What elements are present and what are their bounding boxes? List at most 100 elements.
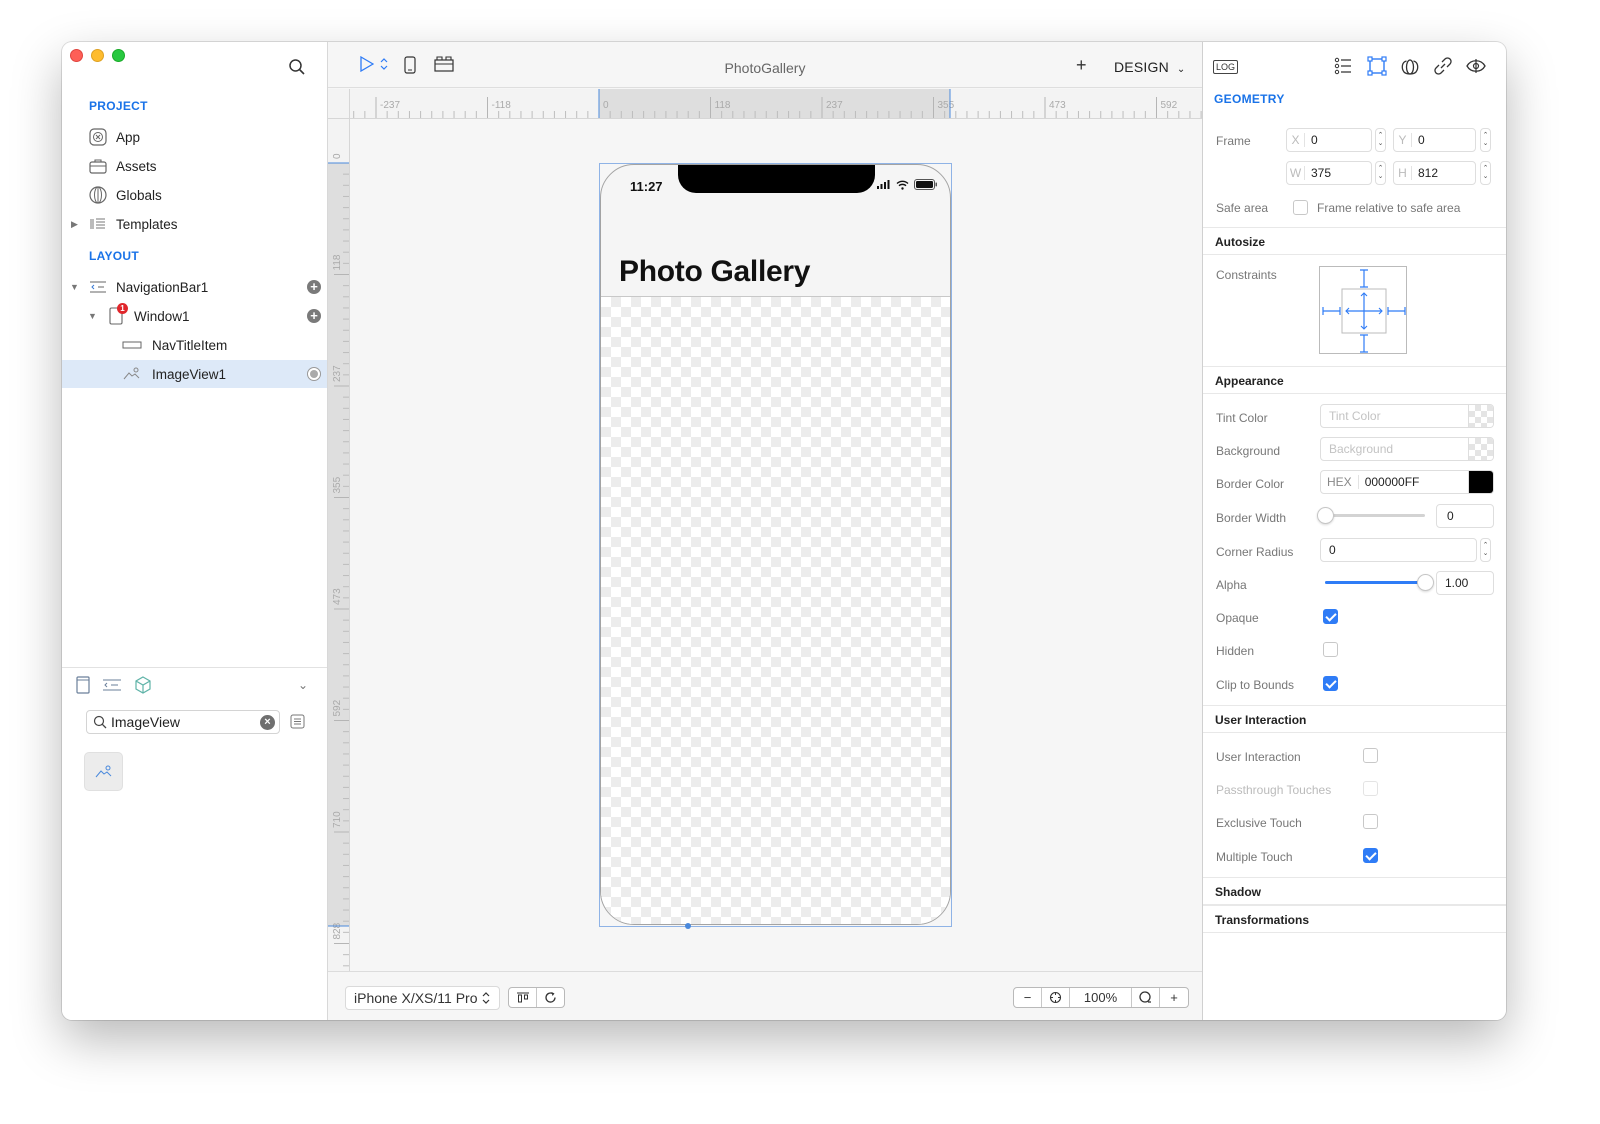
library-search-input[interactable] (111, 714, 257, 730)
device-preview[interactable]: 11:27 Photo Gallery (600, 164, 951, 925)
style-tab-icon[interactable] (1400, 56, 1420, 76)
log-button[interactable]: LOG (1213, 60, 1239, 74)
tint-color-swatch[interactable] (1468, 405, 1493, 427)
frame-w-input[interactable] (1311, 166, 1361, 180)
navigation-library-tab-icon[interactable] (102, 679, 122, 691)
exclusive-touch-checkbox[interactable] (1363, 814, 1378, 829)
disclosure-right-icon[interactable]: ▶ (71, 219, 78, 230)
frame-y-field[interactable]: Y (1393, 128, 1476, 152)
safe-area-checkbox[interactable] (1293, 200, 1308, 215)
tint-color-field[interactable] (1320, 404, 1494, 428)
components-library-tab-icon[interactable] (134, 676, 152, 694)
frame-h-input[interactable] (1418, 166, 1468, 180)
layout-item-imageview[interactable]: ImageView1 (62, 360, 327, 388)
alpha-field[interactable] (1436, 571, 1495, 595)
user-interaction-checkbox[interactable] (1363, 748, 1378, 763)
frame-h-prefix: H (1394, 166, 1412, 180)
add-child-icon[interactable]: + (307, 309, 321, 323)
horizontal-ruler: -237 -118 0 118 237 355 473 592 (350, 89, 1202, 119)
border-width-field[interactable] (1436, 504, 1497, 528)
border-width-input[interactable] (1447, 509, 1497, 523)
zoom-level[interactable]: 100% (1070, 988, 1132, 1007)
frame-x-field[interactable]: X (1286, 128, 1372, 152)
user-interaction-section-header[interactable]: User Interaction (1203, 705, 1506, 733)
sidebar-item-label: Globals (116, 187, 162, 203)
search-icon[interactable] (288, 58, 306, 76)
zoom-out-button[interactable]: − (1014, 988, 1042, 1007)
tint-color-input[interactable] (1329, 409, 1459, 423)
sidebar-item-app[interactable]: App (62, 123, 327, 151)
nav-title[interactable]: Photo Gallery (619, 255, 810, 289)
corner-radius-field[interactable] (1320, 538, 1477, 562)
divider (62, 667, 327, 668)
geometry-tab-icon[interactable] (1367, 56, 1387, 76)
clear-search-icon[interactable]: × (260, 714, 275, 730)
resize-handle[interactable] (685, 923, 691, 929)
device-selector[interactable]: iPhone X/XS/11 Pro (345, 986, 501, 1010)
corner-radius-input[interactable] (1329, 543, 1379, 557)
list-view-icon[interactable] (290, 714, 305, 729)
library-search-field[interactable]: × (86, 710, 280, 734)
autosize-section-header[interactable]: Autosize (1203, 227, 1506, 255)
clip-to-bounds-checkbox[interactable] (1323, 676, 1338, 691)
transformations-section-header[interactable]: Transformations (1203, 905, 1506, 933)
frame-h-stepper[interactable]: ⌃ ⌄ (1480, 161, 1491, 185)
border-color-swatch[interactable] (1468, 471, 1493, 493)
layout-item-navigationbar[interactable]: ▼ NavigationBar1 + (62, 273, 327, 301)
add-button[interactable]: + (1076, 55, 1087, 76)
multiple-touch-checkbox[interactable] (1363, 848, 1378, 863)
border-color-field[interactable]: HEX (1320, 470, 1494, 494)
hidden-checkbox[interactable] (1323, 642, 1338, 657)
mode-label: DESIGN (1114, 59, 1169, 75)
frame-h-field[interactable]: H (1393, 161, 1476, 185)
zoom-in-button[interactable]: + (1160, 988, 1188, 1007)
background-color-swatch[interactable] (1468, 438, 1493, 460)
constraints-editor[interactable] (1319, 266, 1407, 354)
frame-w-stepper[interactable]: ⌃ ⌄ (1375, 161, 1386, 185)
ruler-tick-label: 355 (938, 100, 955, 111)
alpha-slider[interactable] (1325, 574, 1434, 591)
design-canvas[interactable]: 11:27 Photo Gallery (351, 120, 1202, 971)
window-library-tab-icon[interactable] (76, 676, 90, 694)
layout-item-window[interactable]: ▼ 1 Window1 + (62, 302, 327, 330)
zoom-actual-button[interactable] (1132, 988, 1160, 1007)
frame-w-field[interactable]: W (1286, 161, 1372, 185)
link-tab-icon[interactable] (1433, 56, 1453, 76)
list-properties-tab-icon[interactable] (1333, 56, 1353, 76)
opaque-checkbox[interactable] (1323, 609, 1338, 624)
alpha-input[interactable] (1445, 576, 1495, 590)
close-window-button[interactable] (70, 49, 83, 62)
frame-y-stepper[interactable]: ⌃ ⌄ (1480, 128, 1491, 152)
sidebar-item-globals[interactable]: Globals (62, 181, 327, 209)
document-title: PhotoGallery (724, 60, 806, 76)
layout-toggle-button[interactable] (509, 988, 537, 1007)
disclosure-down-icon[interactable]: ▼ (70, 282, 79, 292)
corner-radius-stepper[interactable]: ⌃ ⌄ (1480, 538, 1491, 562)
frame-x-stepper[interactable]: ⌃ ⌄ (1375, 128, 1386, 152)
minimize-window-button[interactable] (91, 49, 104, 62)
collapse-library-icon[interactable]: ⌄ (298, 678, 308, 692)
frame-y-input[interactable] (1418, 133, 1468, 147)
layout-item-navtitleitem[interactable]: NavTitleItem (62, 331, 327, 359)
add-child-icon[interactable]: + (307, 280, 321, 294)
background-color-field[interactable] (1320, 437, 1494, 461)
visibility-tab-icon[interactable] (1466, 56, 1486, 76)
mode-dropdown[interactable]: DESIGN ⌄ (1114, 59, 1185, 75)
background-color-input[interactable] (1329, 442, 1459, 456)
frame-x-input[interactable] (1311, 133, 1361, 147)
selection-indicator-icon[interactable] (307, 367, 321, 381)
appearance-section-header[interactable]: Appearance (1203, 366, 1506, 394)
sidebar-item-assets[interactable]: Assets (62, 152, 327, 180)
disclosure-down-icon[interactable]: ▼ (88, 311, 97, 321)
zoom-window-button[interactable] (112, 49, 125, 62)
rotate-button[interactable] (537, 988, 564, 1007)
sidebar-item-templates[interactable]: ▶ Templates (62, 210, 327, 238)
passthrough-touches-checkbox[interactable] (1363, 781, 1378, 796)
border-width-slider[interactable] (1317, 507, 1425, 524)
library-item-imageview[interactable] (84, 752, 123, 791)
image-view-placeholder[interactable] (601, 297, 950, 924)
layout-section-title: LAYOUT (89, 249, 140, 263)
zoom-fit-button[interactable] (1042, 988, 1070, 1007)
shadow-section-header[interactable]: Shadow (1203, 877, 1506, 905)
constraints-diagram-icon (1322, 269, 1406, 353)
